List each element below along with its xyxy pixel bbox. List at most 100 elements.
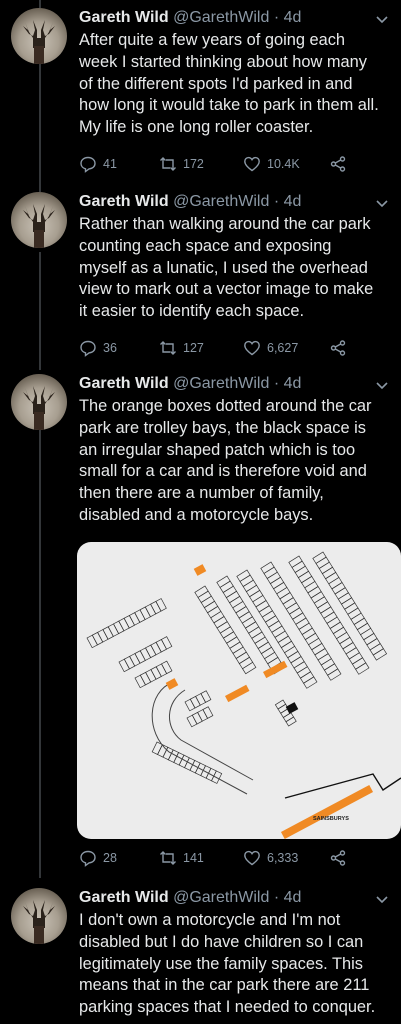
tweet-actions: 41 172 10.4K: [79, 154, 379, 174]
parking-bay: [197, 590, 212, 604]
share-icon: [330, 850, 346, 866]
tweet-text: I don't own a motorcycle and I'm not dis…: [79, 911, 376, 1017]
author-name[interactable]: Gareth Wild: [79, 9, 169, 26]
tweet[interactable]: Gareth Wild @GarethWild · 4d I don't own…: [0, 888, 401, 1024]
retweet-button[interactable]: 172: [159, 155, 204, 173]
building-outline: [284, 773, 401, 799]
parking-bay: [255, 600, 270, 613]
separator-dot: ·: [273, 375, 280, 392]
author-name[interactable]: Gareth Wild: [79, 193, 169, 210]
parking-bay: [200, 690, 212, 703]
parking-bay: [318, 561, 334, 575]
car-park-map: SAINSBURYS: [86, 551, 401, 839]
reply-button[interactable]: 36: [79, 339, 117, 357]
trolley-bay: [193, 564, 207, 576]
avatar[interactable]: [11, 888, 67, 944]
reply-button[interactable]: 28: [79, 849, 117, 867]
parking-bay: [258, 605, 273, 618]
parking-row: [184, 690, 212, 712]
parking-bay: [210, 610, 225, 624]
parking-bay: [351, 657, 367, 670]
parking-bay: [276, 586, 291, 600]
timestamp[interactable]: 4d: [284, 375, 302, 392]
parking-bay: [345, 647, 360, 660]
tweet-header: Gareth Wild @GarethWild · 4d: [79, 374, 393, 394]
share-button[interactable]: [329, 155, 353, 173]
parking-bay: [304, 580, 319, 594]
parking-bay: [266, 571, 282, 585]
antlers-silhouette: [23, 204, 55, 248]
parking-bay: [355, 662, 370, 675]
parking-bay: [288, 607, 304, 620]
parking-bay: [229, 641, 244, 654]
parking-bay: [245, 584, 261, 598]
author-handle[interactable]: @GarethWild: [173, 193, 269, 210]
timestamp[interactable]: 4d: [284, 9, 302, 26]
tweet-text: The orange boxes dotted around the car p…: [79, 397, 372, 524]
parking-bay: [226, 636, 241, 649]
like-button[interactable]: 6,627: [243, 339, 298, 357]
parking-bay: [242, 579, 258, 593]
parking-bay: [288, 555, 303, 568]
parking-bay: [229, 595, 244, 609]
parking-bay: [200, 595, 216, 609]
parking-bay: [347, 607, 362, 620]
chevron-down-icon[interactable]: [375, 892, 389, 906]
parking-bay: [307, 586, 322, 599]
car-park-map-image[interactable]: SAINSBURYS: [77, 542, 401, 839]
antlers-silhouette: [23, 900, 55, 944]
author-name[interactable]: Gareth Wild: [79, 889, 169, 906]
timestamp[interactable]: 4d: [284, 889, 302, 906]
chevron-down-icon[interactable]: [375, 378, 389, 392]
reply-icon: [80, 156, 96, 173]
chevron-down-icon[interactable]: [375, 196, 389, 210]
parking-bay: [155, 598, 167, 612]
parking-bay: [339, 636, 354, 650]
parking-bay: [298, 622, 313, 635]
parking-bay: [241, 616, 257, 629]
separator-dot: ·: [273, 889, 280, 906]
parking-bay: [202, 706, 214, 719]
retweet-icon: [160, 341, 176, 355]
parking-bay: [161, 660, 173, 675]
parking-bay: [314, 648, 329, 661]
parking-bay: [285, 716, 297, 727]
parking-bay: [261, 610, 277, 623]
author-handle[interactable]: @GarethWild: [173, 9, 269, 26]
parking-bay: [252, 594, 267, 608]
trolley-bay: [165, 678, 179, 690]
parking-bay: [238, 611, 253, 624]
chevron-down-icon[interactable]: [375, 12, 389, 26]
parking-bay: [260, 646, 276, 660]
reply-button[interactable]: 41: [79, 155, 117, 173]
share-button[interactable]: [329, 849, 353, 867]
timestamp[interactable]: 4d: [284, 193, 302, 210]
parking-bay: [251, 631, 266, 644]
author-handle[interactable]: @GarethWild: [173, 889, 269, 906]
tweet-header: Gareth Wild @GarethWild · 4d: [79, 192, 393, 212]
like-button[interactable]: 6,333: [243, 849, 298, 867]
author-name[interactable]: Gareth Wild: [79, 375, 169, 392]
avatar[interactable]: [11, 192, 67, 248]
parking-bay: [301, 627, 316, 641]
parking-rows: [86, 551, 388, 784]
avatar[interactable]: [11, 374, 67, 430]
parking-bay: [301, 575, 316, 589]
tweet[interactable]: Gareth Wild @GarethWild · 4d Rather than…: [0, 192, 401, 362]
tweet[interactable]: Gareth Wild @GarethWild · 4d After quite…: [0, 8, 401, 178]
parking-bay: [348, 652, 364, 665]
author-handle[interactable]: @GarethWild: [173, 375, 269, 392]
parking-bay: [274, 630, 289, 643]
avatar[interactable]: [11, 8, 67, 64]
retweet-button[interactable]: 127: [159, 339, 204, 357]
retweet-button[interactable]: 141: [159, 849, 204, 867]
parking-bay: [203, 600, 219, 614]
reply-icon: [80, 340, 96, 357]
parking-bay: [269, 576, 285, 590]
parking-bay: [235, 651, 250, 665]
parking-bay: [294, 565, 310, 579]
parking-bay: [342, 642, 357, 655]
share-button[interactable]: [329, 339, 353, 357]
like-button[interactable]: 10.4K: [243, 155, 300, 173]
parking-row: [260, 561, 342, 681]
